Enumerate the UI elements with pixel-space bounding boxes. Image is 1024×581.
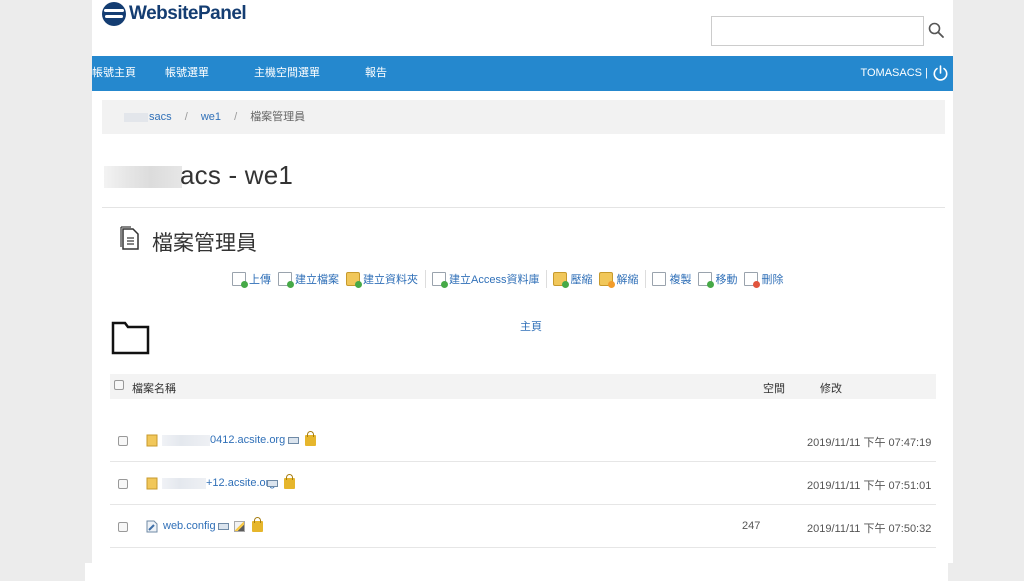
breadcrumb: sacs / we1 / 檔案管理員: [102, 100, 945, 134]
zip-icon: [553, 272, 570, 288]
create-folder-button[interactable]: 建立資料夾: [346, 271, 418, 288]
column-header-modified[interactable]: 修改: [820, 380, 842, 396]
column-header-name[interactable]: 檔案名稱: [132, 380, 176, 396]
unzip-button[interactable]: 解縮: [599, 271, 639, 288]
zip-label: 壓縮: [570, 274, 593, 286]
new-folder-icon: [346, 272, 362, 288]
move-label: 移動: [715, 274, 738, 286]
file-name-link[interactable]: +12.acsite.org: [206, 477, 275, 489]
nav-account-home[interactable]: 帳號主頁: [92, 56, 136, 91]
edit-icon[interactable]: [234, 521, 245, 532]
copy-label: 複製: [669, 274, 692, 286]
file-name-link[interactable]: 0412.acsite.org: [210, 434, 285, 446]
permissions-icon[interactable]: [218, 523, 229, 530]
delete-icon: [744, 272, 761, 288]
home-path-link[interactable]: 主頁: [520, 318, 542, 334]
lock-icon[interactable]: [252, 517, 263, 532]
nav-reports[interactable]: 報告: [365, 56, 387, 91]
folder-icon: [146, 477, 158, 490]
toolbar-separator: [546, 270, 548, 288]
folder-icon: [146, 434, 158, 447]
upload-icon: [232, 272, 248, 288]
breadcrumb-current: 檔案管理員: [250, 111, 306, 123]
folder-icon[interactable]: [111, 320, 151, 356]
globe-icon: [102, 2, 126, 26]
redacted-text: [162, 478, 206, 489]
row-checkbox[interactable]: [118, 522, 128, 532]
lock-icon[interactable]: [305, 431, 316, 446]
select-all-checkbox[interactable]: [114, 380, 124, 390]
page-bottom-strip: [85, 563, 948, 581]
document-icon: [120, 226, 139, 250]
redacted-text: [162, 435, 210, 446]
file-manager-heading: 檔案管理員: [152, 232, 257, 255]
lock-icon[interactable]: [284, 474, 295, 489]
redacted-text: [124, 112, 148, 122]
copy-icon: [652, 272, 667, 286]
unzip-icon: [599, 272, 616, 288]
file-size: 247: [742, 520, 761, 532]
permissions-icon[interactable]: [288, 437, 299, 444]
user-menu[interactable]: TOMASACS: [860, 56, 922, 91]
table-row: web.config 247 2019/11/11 下午 07:50:32: [110, 506, 936, 548]
website-panel-logo[interactable]: WebsitePanel: [102, 2, 247, 26]
create-folder-label: 建立資料夾: [363, 274, 418, 286]
move-icon: [698, 272, 715, 288]
search-icon[interactable]: [927, 21, 945, 39]
database-icon: [432, 272, 448, 288]
delete-button[interactable]: 刪除: [744, 271, 784, 288]
breadcrumb-separator: /: [234, 111, 238, 123]
file-modified: 2019/11/11 下午 07:51:01: [807, 480, 932, 492]
search-input[interactable]: [711, 16, 924, 46]
delete-label: 刪除: [761, 274, 784, 286]
file-modified: 2019/11/11 下午 07:50:32: [807, 523, 932, 535]
new-file-icon: [278, 272, 294, 288]
main-navbar: 帳號主頁 帳號選單 主機空間選單 報告 TOMASACS |: [92, 56, 953, 91]
toolbar-separator: [645, 270, 647, 288]
power-icon[interactable]: [932, 65, 949, 82]
divider: [102, 207, 945, 208]
table-row: +12.acsite.org 2019/11/11 下午 07:51:01: [110, 463, 936, 505]
upload-button[interactable]: 上傳: [232, 271, 271, 288]
copy-button[interactable]: 複製: [652, 271, 691, 287]
breadcrumb-account[interactable]: sacs: [149, 111, 172, 123]
page: WebsitePanel 帳號主頁 帳號選單 主機空間選單 報告 TOMASAC…: [92, 0, 953, 563]
file-toolbar: 上傳 建立檔案 建立資料夾 建立Access資料庫 壓縮 解縮 複製 移動 刪除: [232, 270, 790, 288]
permissions-icon[interactable]: [267, 480, 278, 487]
nav-account-menu[interactable]: 帳號選單: [165, 56, 209, 91]
unzip-label: 解縮: [616, 274, 639, 286]
redacted-text: [104, 166, 182, 188]
toolbar-separator: [425, 270, 426, 288]
create-file-button[interactable]: 建立檔案: [278, 271, 339, 288]
column-header-size[interactable]: 空間: [763, 380, 785, 396]
move-button[interactable]: 移動: [698, 271, 738, 288]
file-table-header: 檔案名稱 空間 修改: [110, 374, 936, 399]
create-access-db-button[interactable]: 建立Access資料庫: [432, 271, 540, 288]
table-row: 0412.acsite.org 2019/11/11 下午 07:47:19: [110, 420, 936, 462]
file-modified: 2019/11/11 下午 07:47:19: [807, 437, 932, 449]
row-checkbox[interactable]: [118, 479, 128, 489]
breadcrumb-separator: /: [184, 111, 188, 123]
file-name-link[interactable]: web.config: [163, 520, 216, 532]
page-title: acs - we1: [180, 160, 294, 190]
nav-separator: |: [925, 67, 928, 79]
upload-label: 上傳: [249, 274, 271, 286]
nav-hosting-space-menu[interactable]: 主機空間選單: [254, 56, 320, 91]
config-file-icon: [146, 520, 158, 533]
create-access-db-label: 建立Access資料庫: [449, 274, 540, 286]
row-checkbox[interactable]: [118, 436, 128, 446]
logo-text: WebsitePanel: [129, 3, 247, 24]
zip-button[interactable]: 壓縮: [553, 271, 593, 288]
breadcrumb-space[interactable]: we1: [201, 111, 221, 123]
create-file-label: 建立檔案: [295, 274, 339, 286]
